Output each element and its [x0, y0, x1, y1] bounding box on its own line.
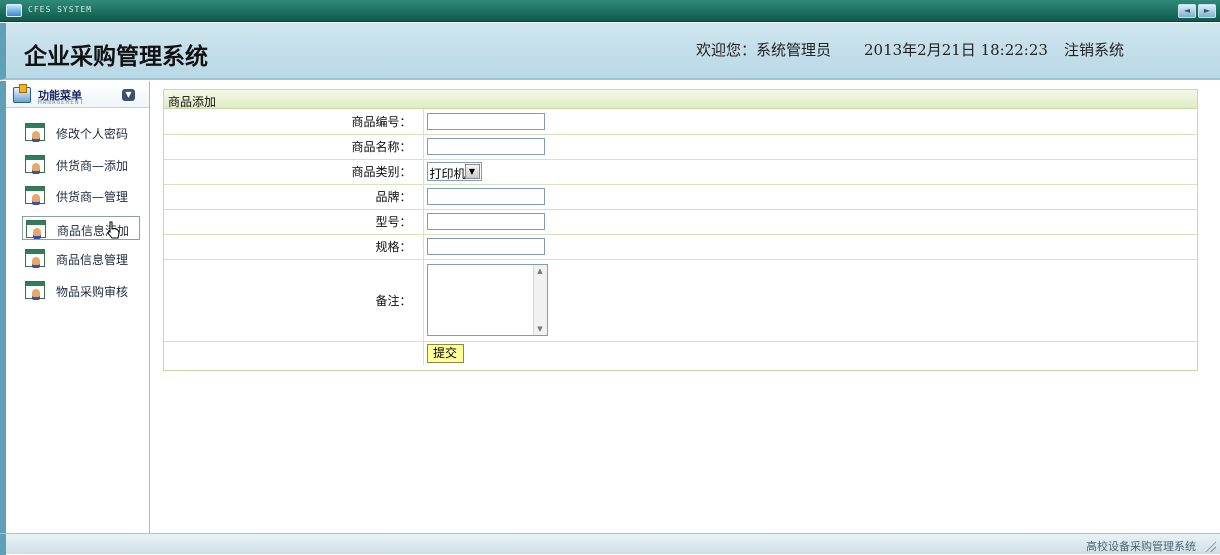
nav-arrows: ◄ ► — [1178, 4, 1216, 18]
sidebar-item-label: 修改个人密码 — [56, 127, 129, 141]
nav-back-button[interactable]: ◄ — [1178, 4, 1196, 18]
sidebar-item-label: 物品采购审核 — [56, 285, 129, 299]
form-row-code: 商品编号： — [164, 109, 1197, 135]
form-row-brand: 品牌： — [164, 184, 1197, 210]
product-add-panel: 商品添加 商品编号： 商品名称： 商品类别： 打印机 ▼ 品牌： 型号： 规格：… — [163, 89, 1198, 371]
field-label: 型号： — [164, 209, 424, 235]
system-label: CFES SYSTEM — [28, 5, 92, 14]
hand-cursor-icon — [107, 221, 120, 239]
user-card-icon — [25, 249, 45, 267]
submit-button[interactable]: 提交 — [426, 343, 464, 363]
scroll-up-icon[interactable]: ▲ — [536, 267, 545, 275]
field-label: 品牌： — [164, 184, 424, 210]
status-bar: 高校设备采购管理系统 — [0, 533, 1220, 555]
page-title: 企业采购管理系统 — [24, 43, 208, 70]
form-row-category: 商品类别： 打印机 ▼ — [164, 159, 1197, 185]
model-input[interactable] — [426, 213, 545, 230]
panel-title: 商品添加 — [168, 95, 217, 109]
window-titlebar: CFES SYSTEM ◄ ► — [0, 0, 1220, 22]
field-label: 备注： — [164, 259, 424, 342]
chevron-down-icon[interactable]: ▼ — [464, 164, 480, 179]
product-code-input[interactable] — [426, 112, 545, 130]
user-card-icon — [25, 123, 45, 141]
main-content: 商品添加 商品编号： 商品名称： 商品类别： 打印机 ▼ 品牌： 型号： 规格：… — [151, 81, 1220, 541]
sidebar-item-product-add[interactable]: 商品信息添加 — [22, 216, 140, 240]
spec-input[interactable] — [426, 238, 545, 255]
user-card-icon — [25, 155, 45, 173]
nav-forward-button[interactable]: ► — [1198, 4, 1216, 18]
menu-subtitle: MANAGEMENT — [38, 99, 85, 106]
welcome-text: 欢迎您：系统管理员 — [696, 41, 832, 59]
form-row-spec: 规格： — [164, 234, 1197, 260]
product-form: 商品编号： 商品名称： 商品类别： 打印机 ▼ 品牌： 型号： 规格： 备注： … — [164, 109, 1197, 365]
form-row-submit: 提交 — [164, 341, 1197, 365]
sidebar-item-purchase-review[interactable]: 物品采购审核 — [22, 278, 140, 302]
header: 企业采购管理系统 欢迎您：系统管理员 2013年2月21日 18:22:23 注… — [0, 23, 1220, 80]
field-label: 商品名称： — [164, 134, 424, 160]
sidebar-item-label: 供货商—添加 — [56, 159, 129, 173]
form-row-name: 商品名称： — [164, 134, 1197, 160]
sidebar-item-product-manage[interactable]: 商品信息管理 — [22, 246, 140, 270]
panel-title-bar: 商品添加 — [164, 90, 1197, 109]
sidebar: 功能菜单 MANAGEMENT ▼ 修改个人密码 供货商—添加 供货商—管理 商… — [0, 81, 156, 541]
form-row-model: 型号： — [164, 209, 1197, 235]
collapse-icon[interactable]: ▼ — [122, 89, 135, 101]
user-card-icon — [25, 186, 45, 204]
menu-header: 功能菜单 MANAGEMENT ▼ — [6, 84, 149, 108]
sidebar-item-label: 商品信息管理 — [56, 253, 129, 267]
resize-grip-icon[interactable] — [1204, 540, 1216, 552]
status-text: 高校设备采购管理系统 — [1086, 540, 1196, 553]
user-card-icon — [25, 281, 45, 299]
monitor-icon — [6, 4, 22, 17]
textarea-scrollbar[interactable]: ▲ ▼ — [532, 265, 547, 335]
category-selected-value: 打印机 — [429, 167, 466, 181]
datetime-text: 2013年2月21日 18:22:23 — [864, 41, 1048, 59]
sidebar-item-label: 供货商—管理 — [56, 190, 129, 204]
form-row-remark: 备注： ▲ ▼ — [164, 259, 1197, 342]
sidebar-item-change-password[interactable]: 修改个人密码 — [22, 120, 140, 144]
field-label: 商品编号： — [164, 109, 424, 135]
scroll-down-icon[interactable]: ▼ — [536, 325, 545, 333]
sidebar-item-supplier-add[interactable]: 供货商—添加 — [22, 152, 140, 176]
status-left-strip — [0, 534, 6, 555]
brand-input[interactable] — [426, 188, 545, 205]
category-select[interactable]: 打印机 ▼ — [426, 162, 482, 181]
menu-home-icon — [13, 84, 31, 103]
remark-textarea[interactable]: ▲ ▼ — [426, 264, 548, 336]
product-name-input[interactable] — [426, 138, 545, 155]
field-label: 商品类别： — [164, 159, 424, 185]
logout-link[interactable]: 注销系统 — [1064, 39, 1124, 60]
field-label: 规格： — [164, 234, 424, 260]
sidebar-item-supplier-manage[interactable]: 供货商—管理 — [22, 183, 140, 207]
user-card-icon — [26, 220, 46, 238]
